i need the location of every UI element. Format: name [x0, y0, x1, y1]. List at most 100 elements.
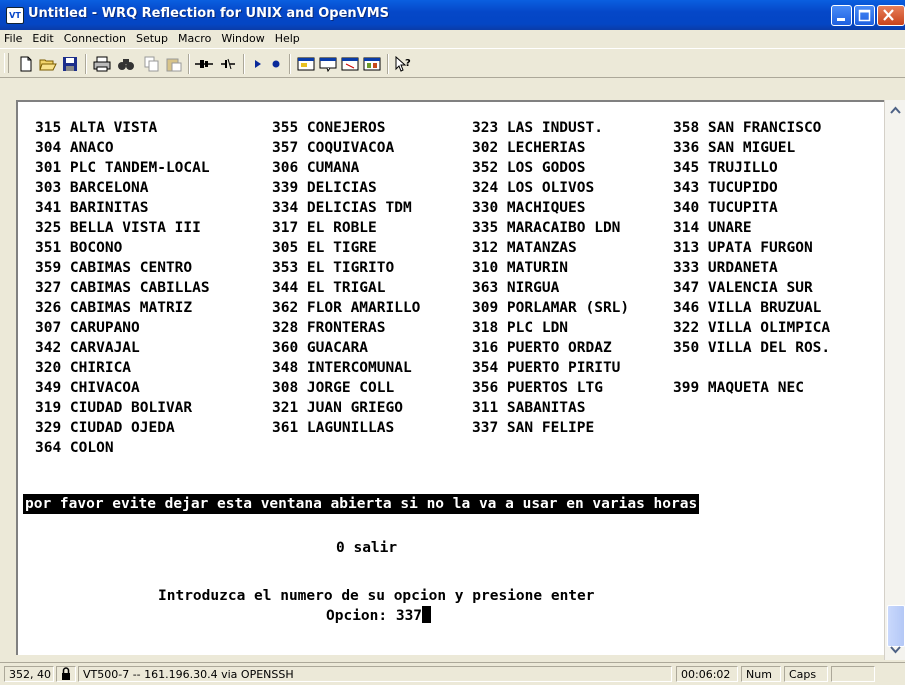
menu-option-entry: 308 JORGE COLL: [272, 380, 395, 396]
menu-option-entry: 349 CHIVACOA: [35, 380, 140, 396]
setup-button-2[interactable]: [318, 54, 338, 74]
menu-option-entry: 345 TRUJILLO: [673, 160, 778, 176]
help-pointer-icon: ?: [395, 56, 411, 72]
menu-option-entry: 316 PUERTO ORDAZ: [472, 340, 612, 356]
menu-connection[interactable]: Connection: [59, 30, 131, 45]
save-button[interactable]: [60, 54, 80, 74]
menu-option-entry: 309 PORLAMAR (SRL): [472, 300, 630, 316]
option-input-line[interactable]: Opcion: 337: [326, 606, 432, 626]
terminal-frame: 315 ALTA VISTA 304 ANACO 301 PLC TANDEM-LO…: [0, 100, 905, 660]
menu-option-entry: 347 VALENCIA SUR: [673, 280, 813, 296]
find-button[interactable]: [116, 54, 136, 74]
menu-option-entry: 320 CHIRICA: [35, 360, 132, 376]
lock-indicator: [56, 666, 76, 682]
menu-option-entry: 306 CUMANA: [272, 160, 360, 176]
print-button[interactable]: [92, 54, 112, 74]
menu-option-entry: 311 SABANITAS: [472, 400, 586, 416]
num-lock-indicator: Num: [741, 666, 781, 682]
lock-icon: [62, 667, 70, 680]
menu-option-entry: 352 LOS GODOS: [472, 160, 586, 176]
status-bar: 352, 40 VT500-7 -- 161.196.30.4 via OPEN…: [0, 662, 905, 685]
menu-option-entry: 321 JUAN GRIEGO: [272, 400, 403, 416]
toolbar-grip[interactable]: [4, 53, 9, 73]
menu-macro[interactable]: Macro: [173, 30, 216, 45]
copy-icon: [144, 56, 159, 72]
menu-option-entry: 335 MARACAIBO LDN: [472, 220, 621, 236]
menu-option-entry: 341 BARINITAS: [35, 200, 149, 216]
scroll-up-icon[interactable]: [887, 102, 904, 119]
menu-option-entry: 356 PUERTOS LTG: [472, 380, 603, 396]
record-macro-button[interactable]: [266, 54, 286, 74]
menu-option-entry: 301 PLC TANDEM-LOCAL: [35, 160, 210, 176]
menu-option-entry: 360 GUACARA: [272, 340, 369, 356]
menu-option-entry: 304 ANACO: [35, 140, 114, 156]
menu-option-entry: 325 BELLA VISTA III: [35, 220, 201, 236]
menu-option-entry: 362 FLOR AMARILLO: [272, 300, 421, 316]
scroll-down-icon[interactable]: [887, 641, 904, 658]
menu-option-entry: 354 PUERTO PIRITU: [472, 360, 621, 376]
minimize-button[interactable]: [831, 5, 852, 26]
menu-option-entry: 313 UPATA FURGON: [673, 240, 813, 256]
warning-notice: por favor evite dejar esta ventana abier…: [23, 494, 700, 514]
setup-button-4[interactable]: [362, 54, 382, 74]
copy-button[interactable]: [142, 54, 162, 74]
title-bar[interactable]: VT Untitled - WRQ Reflection for UNIX an…: [0, 0, 905, 30]
terminal-screen[interactable]: 315 ALTA VISTA 304 ANACO 301 PLC TANDEM-LO…: [16, 100, 884, 655]
menu-option-entry: 334 DELICIAS TDM: [272, 200, 412, 216]
menu-option-entry: 346 VILLA BRUZUAL: [673, 300, 822, 316]
close-button[interactable]: [877, 5, 905, 26]
menu-option-entry: 323 LAS INDUST.: [472, 120, 603, 136]
menu-option-entry: 364 COLON: [35, 440, 114, 456]
menu-window[interactable]: Window: [216, 30, 269, 45]
menu-help[interactable]: Help: [270, 30, 305, 45]
menu-option-entry: 359 CABIMAS CENTRO: [35, 260, 193, 276]
toolbar: ?: [0, 48, 905, 78]
menu-option-entry: 302 LECHERIAS: [472, 140, 586, 156]
print-icon: [93, 56, 111, 72]
menu-option-entry: 324 LOS OLIVOS: [472, 180, 595, 196]
disconnect-icon: [221, 58, 235, 70]
vertical-scrollbar[interactable]: [884, 100, 905, 660]
setup-icon-3: [341, 57, 359, 71]
menu-bar: File Edit Connection Setup Macro Window Help: [0, 30, 905, 48]
menu-option-entry: 399 MAQUETA NEC: [673, 380, 804, 396]
open-button[interactable]: [38, 54, 58, 74]
connect-button[interactable]: [194, 54, 214, 74]
menu-option-entry: 343 TUCUPIDO: [673, 180, 778, 196]
menu-option-entry: 342 CARVAJAL: [35, 340, 140, 356]
find-icon: [118, 59, 134, 70]
menu-edit[interactable]: Edit: [27, 30, 58, 45]
menu-file[interactable]: File: [0, 30, 27, 45]
paste-button[interactable]: [164, 54, 184, 74]
status-panel-extra: [831, 666, 875, 682]
menu-option-entry: 340 TUCUPITA: [673, 200, 778, 216]
menu-option-entry: 357 COQUIVACOA: [272, 140, 395, 156]
app-icon[interactable]: VT: [6, 7, 24, 24]
setup-icon-2: [319, 57, 337, 72]
menu-setup[interactable]: Setup: [131, 30, 173, 45]
maximize-button[interactable]: [854, 5, 875, 26]
new-button[interactable]: [16, 54, 36, 74]
setup-button-3[interactable]: [340, 54, 360, 74]
menu-option-entry: 333 URDANETA: [673, 260, 778, 276]
menu-option-entry: 322 VILLA OLIMPICA: [673, 320, 831, 336]
svg-text:?: ?: [405, 58, 411, 69]
menu-option-entry: 344 EL TRIGAL: [272, 280, 386, 296]
exit-option: 0 salir: [336, 540, 398, 556]
menu-option-entry: 305 EL TIGRE: [272, 240, 377, 256]
menu-option-entry: 319 CIUDAD BOLIVAR: [35, 400, 193, 416]
setup-button-1[interactable]: [296, 54, 316, 74]
play-macro-button[interactable]: [248, 54, 268, 74]
menu-option-entry: 310 MATURIN: [472, 260, 569, 276]
disconnect-button[interactable]: [218, 54, 238, 74]
menu-option-entry: 303 BARCELONA: [35, 180, 149, 196]
caps-lock-indicator: Caps: [784, 666, 828, 682]
menu-option-entry: 358 SAN FRANCISCO: [673, 120, 822, 136]
menu-option-entry: 363 NIRGUA: [472, 280, 560, 296]
setup-icon-1: [297, 57, 315, 71]
menu-option-entry: 337 SAN FELIPE: [472, 420, 595, 436]
option-input-value[interactable]: 337: [396, 608, 422, 624]
help-pointer-button[interactable]: ?: [394, 54, 414, 74]
menu-option-entry: 355 CONEJEROS: [272, 120, 386, 136]
connect-icon: [195, 60, 213, 68]
